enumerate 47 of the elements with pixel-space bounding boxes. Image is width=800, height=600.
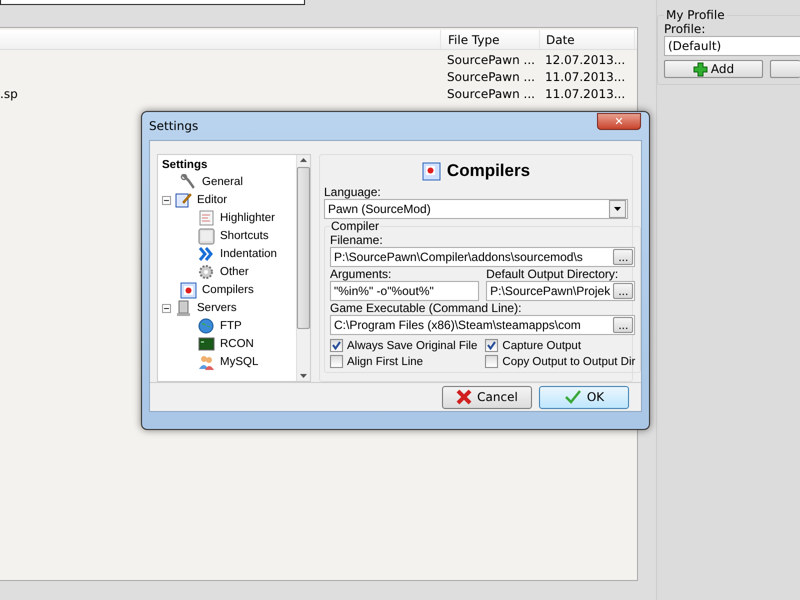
tree-item[interactable]: FTP: [218, 320, 244, 332]
column-header[interactable]: File Type: [441, 30, 540, 49]
checkbox-label[interactable]: Capture Output: [502, 340, 582, 352]
window-title: Settings: [149, 119, 198, 133]
field-label: Game Executable (Command Line):: [330, 301, 522, 315]
tree-item[interactable]: Editor: [195, 194, 230, 206]
group-title: My Profile: [665, 8, 726, 22]
field-label: Arguments:: [330, 267, 392, 281]
cancel-button[interactable]: Cancel: [442, 386, 532, 408]
ok-button[interactable]: OK: [539, 386, 629, 408]
tree-item[interactable]: Indentation: [218, 248, 279, 260]
table-cell: SourcePawn ...: [447, 87, 535, 101]
tree-item[interactable]: Other: [218, 266, 251, 278]
tree-item[interactable]: MySQL: [218, 356, 260, 368]
tree-item[interactable]: Highlighter: [218, 212, 277, 224]
table-cell: 12.07.2013...: [545, 53, 626, 67]
field-label: Language:: [324, 185, 382, 199]
tree-item[interactable]: RCON: [218, 338, 256, 350]
add-button[interactable]: Add: [664, 60, 763, 78]
tree-item[interactable]: Shortcuts: [218, 230, 271, 242]
table-cell: SourcePawn ...: [447, 70, 535, 84]
tree-item[interactable]: Compilers: [200, 284, 256, 296]
file-name: .sp: [0, 87, 18, 101]
profile-label: Profile:: [664, 22, 706, 36]
group-title: Compiler: [330, 219, 380, 233]
table-cell: 11.07.2013...: [545, 87, 626, 101]
checkbox-label[interactable]: Always Save Original File: [347, 340, 478, 352]
browse-button[interactable]: ...: [613, 317, 634, 333]
input-field[interactable]: P:\SourcePawn\Projek ...: [486, 281, 636, 301]
table-cell: 11.07.2013...: [545, 70, 626, 84]
page-title: Compilers: [446, 161, 530, 181]
language-dropdown[interactable]: Pawn (SourceMod): [324, 199, 628, 219]
checkbox-label[interactable]: Copy Output to Output Dir: [502, 356, 636, 368]
tree-root-label[interactable]: Settings: [162, 159, 208, 171]
profile-dropdown[interactable]: (Default): [664, 36, 800, 56]
field-label: Filename:: [330, 233, 384, 247]
browse-button[interactable]: ...: [613, 249, 634, 265]
input-field[interactable]: C:\Program Files (x86)\Steam\steamapps\com ...: [330, 315, 636, 335]
input-field[interactable]: "%in%" -o"%out%": [330, 281, 480, 301]
tree-item[interactable]: General: [200, 176, 245, 188]
tree-item[interactable]: Servers: [195, 302, 239, 314]
field-label: Default Output Directory:: [486, 267, 620, 281]
input-field[interactable]: P:\SourcePawn\Compiler\addons\sourcemod\s ...: [330, 247, 636, 267]
checkbox-label[interactable]: Align First Line: [347, 356, 424, 368]
browse-button[interactable]: ...: [613, 283, 634, 299]
table-cell: SourcePawn ...: [447, 53, 535, 67]
column-header[interactable]: Date: [540, 30, 635, 49]
